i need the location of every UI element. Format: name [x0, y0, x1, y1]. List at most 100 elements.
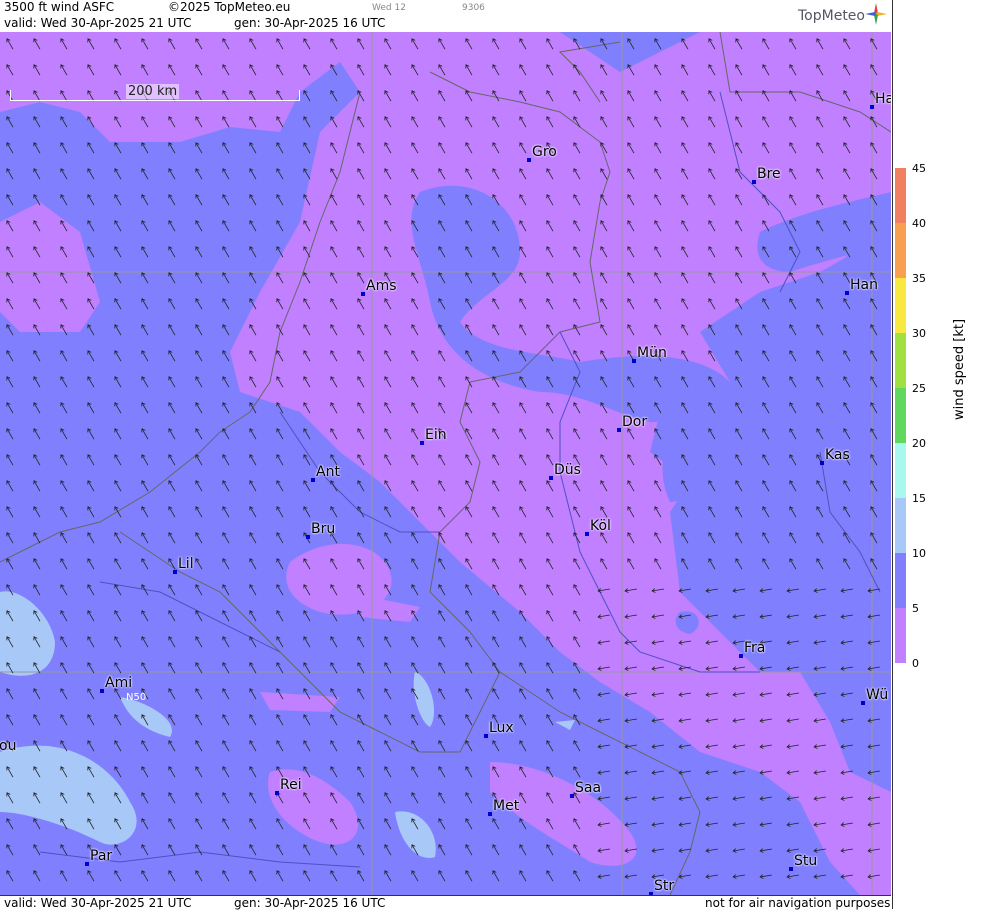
wind-arrow [222, 64, 230, 76]
wind-arrow [330, 818, 338, 830]
wind-arrow [60, 428, 68, 440]
wind-arrow [276, 298, 284, 310]
city-marker [361, 292, 365, 296]
wind-arrow [465, 246, 473, 258]
wind-arrow [357, 870, 365, 882]
wind-arrow [519, 64, 527, 76]
wind-arrow [303, 376, 311, 388]
wind-arrow [60, 272, 68, 284]
wind-arrow [492, 532, 500, 544]
wind-arrow [6, 272, 14, 284]
wind-arrow [465, 90, 473, 102]
wind-arrow [276, 454, 284, 466]
wind-arrow [492, 298, 500, 310]
wind-arrow [651, 692, 664, 697]
wind-arrow [651, 744, 664, 749]
wind-arrow [168, 844, 176, 856]
wind-arrow [840, 666, 853, 671]
wind-arrow [678, 822, 691, 827]
wind-arrow [6, 116, 14, 128]
city-label: Gro [532, 144, 557, 160]
wind-arrow [33, 116, 41, 128]
city-label: Met [493, 798, 520, 814]
wind-arrow [519, 116, 527, 128]
wind-arrow [573, 142, 581, 154]
wind-arrow [651, 640, 664, 645]
wind-arrow [33, 324, 41, 336]
wind-arrow [840, 718, 853, 723]
city-label: Bre [757, 166, 781, 182]
wind-arrow [141, 818, 149, 830]
wind-arrow [114, 792, 122, 804]
wind-arrow [168, 714, 176, 726]
wind-arrow [141, 168, 149, 180]
wind-arrow [141, 220, 149, 232]
wind-arrow [759, 588, 772, 593]
wind-arrow [705, 744, 718, 749]
wind-arrow [519, 38, 527, 50]
wind-arrow [357, 142, 365, 154]
wind-arrow [411, 558, 419, 570]
wind-arrow [816, 116, 824, 128]
footer-valid-time: valid: Wed 30-Apr-2025 21 UTC [4, 896, 192, 910]
wind-arrow [492, 38, 500, 50]
wind-arrow [465, 116, 473, 128]
wind-arrow [384, 64, 392, 76]
wind-arrow [384, 818, 392, 830]
wind-arrow [681, 350, 689, 362]
wind-arrow [759, 666, 772, 671]
city-marker [420, 441, 424, 445]
wind-arrow [870, 532, 878, 544]
wind-arrow [195, 272, 203, 284]
wind-arrow [465, 870, 473, 882]
wind-arrow [249, 324, 257, 336]
footer-generated-time: gen: 30-Apr-2025 16 UTC [234, 896, 386, 910]
wind-arrow [735, 194, 743, 206]
wind-arrow [411, 428, 419, 440]
city-label: Rei [280, 777, 302, 793]
wind-arrow [411, 168, 419, 180]
wind-arrow [654, 428, 662, 440]
wind-arrow [735, 272, 743, 284]
wind-arrow [303, 194, 311, 206]
wind-arrow [762, 376, 770, 388]
wind-arrow [546, 402, 554, 414]
wind-arrow [519, 168, 527, 180]
wind-arrow [411, 350, 419, 362]
wind-arrow [762, 142, 770, 154]
wind-arrow [357, 168, 365, 180]
wind-arrow [786, 614, 799, 619]
wind-arrow [732, 588, 745, 593]
wind-arrow [705, 770, 718, 775]
wind-arrow [195, 324, 203, 336]
wind-arrow [6, 714, 14, 726]
wind-arrow [546, 558, 554, 570]
wind-arrow [759, 718, 772, 723]
wind-arrow [465, 662, 473, 674]
wind-arrow [114, 766, 122, 778]
wind-arrow [813, 744, 826, 749]
wind-arrow [6, 454, 14, 466]
wind-arrow [465, 688, 473, 700]
wind-arrow [870, 246, 878, 258]
wind-arrow [762, 90, 770, 102]
wind-arrow [6, 532, 14, 544]
wind-arrow [651, 848, 664, 853]
wind-arrow [708, 116, 716, 128]
colorbar-segment [895, 553, 906, 608]
wind-map[interactable]: 200 km N50 Gro Bre Ha Ams Han Mün Dor Ein Kas Ant… [0, 32, 891, 895]
city-marker [488, 812, 492, 816]
wind-arrow [870, 38, 878, 50]
colorbar-segment [895, 443, 906, 498]
wind-arrow [597, 718, 610, 723]
wind-arrow [573, 610, 581, 622]
wind-arrow [762, 506, 770, 518]
wind-arrow [33, 636, 41, 648]
wind-arrow [168, 792, 176, 804]
wind-arrow [249, 116, 257, 128]
wind-arrow [6, 350, 14, 362]
wind-arrow [573, 662, 581, 674]
wind-arrow [465, 740, 473, 752]
wind-arrow [357, 818, 365, 830]
wind-arrow [708, 402, 716, 414]
